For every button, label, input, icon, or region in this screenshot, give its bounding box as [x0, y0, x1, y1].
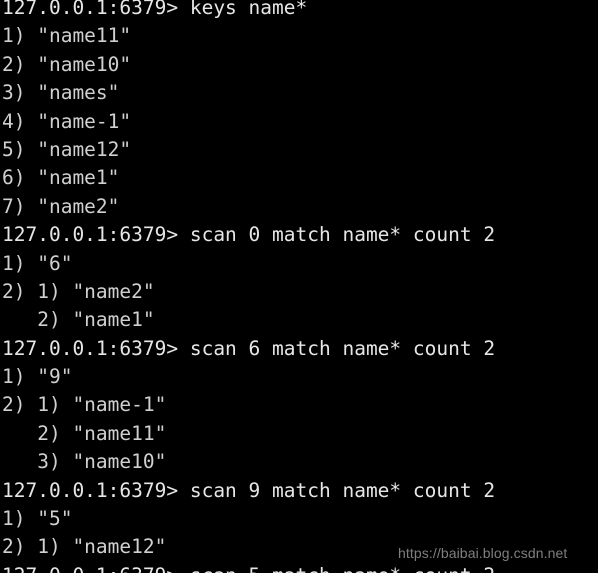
terminal-line: 3) "name10": [2, 450, 167, 474]
terminal-line: 7) "name2": [2, 194, 120, 218]
terminal-line: 127.0.0.1:6379> scan 9 match name* count…: [2, 478, 496, 502]
terminal-line: 1) "9": [2, 365, 73, 389]
terminal-line: 1) "6": [2, 251, 73, 275]
terminal-line: 1) "5": [2, 507, 73, 531]
terminal-line: 3) "names": [2, 81, 120, 105]
terminal-line: 127.0.0.1:6379> scan 0 match name* count…: [2, 223, 496, 247]
terminal-line: 127.0.0.1:6379> keys name*: [2, 0, 308, 19]
terminal-line: 2) "name1": [2, 308, 155, 332]
terminal-line: 6) "name1": [2, 166, 120, 190]
terminal-line: 4) "name-1": [2, 109, 132, 133]
watermark-url: https://baibai.blog.csdn.net: [398, 545, 568, 561]
terminal-line: 127.0.0.1:6379> scan 5 match name* count…: [2, 562, 596, 573]
terminal-line: 2) 1) "name-1": [2, 393, 167, 417]
terminal-line: 2) "name10": [2, 52, 132, 76]
terminal-line: 2) 1) "name2": [2, 279, 155, 303]
terminal-line: 2) "name11": [2, 421, 167, 445]
terminal-line: 1) "name11": [2, 24, 132, 48]
terminal-screen: 127.0.0.1:6379> keys name* 1) "name11" 2…: [2, 0, 596, 573]
terminal-line: 127.0.0.1:6379> scan 6 match name* count…: [2, 336, 496, 360]
terminal-line: 5) "name12": [2, 137, 132, 161]
terminal-window[interactable]: 127.0.0.1:6379> keys name* 1) "name11" 2…: [0, 0, 598, 573]
